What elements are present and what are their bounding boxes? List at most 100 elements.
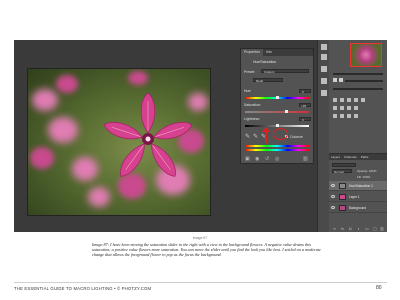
blurred-flower [32, 89, 58, 111]
preset-dropdown[interactable]: Custom [261, 69, 309, 74]
lightness-slider[interactable] [245, 124, 309, 127]
page-number: 80 [376, 285, 382, 291]
link-icon[interactable]: ∞ [333, 226, 336, 231]
tab-info[interactable]: Info [263, 49, 275, 56]
blurred-flower [128, 71, 148, 85]
color-bar-top [245, 145, 309, 147]
adjustment-icon[interactable] [347, 114, 351, 118]
lightness-slider-thumb[interactable] [276, 124, 279, 127]
hue-slider[interactable] [245, 96, 309, 99]
preset-label: Preset: [244, 70, 256, 74]
navigator-zoom-slider[interactable] [333, 73, 383, 75]
saturation-slider[interactable] [245, 110, 309, 113]
blurred-flower [56, 75, 78, 93]
swatch[interactable] [339, 78, 343, 82]
saturation-field[interactable]: +33 [299, 103, 311, 108]
hue-value: 0 [302, 90, 304, 94]
lightness-value: 0 [302, 118, 304, 122]
eye-icon[interactable] [331, 206, 335, 209]
adjustment-icon[interactable] [333, 106, 337, 110]
fill-label[interactable]: Fill: 100% [357, 175, 370, 179]
properties-panel: Properties Info Hue/Saturation Preset: C… [240, 48, 314, 164]
visibility-icon[interactable]: ◎ [275, 156, 279, 162]
book-page: Properties Info Hue/Saturation Preset: C… [0, 0, 400, 300]
adjustment-icon[interactable] [340, 114, 344, 118]
photo-canvas[interactable] [27, 68, 211, 216]
figure-label: Image 87 [192, 236, 208, 240]
layer-name: Background [349, 206, 367, 210]
swatch[interactable] [333, 78, 337, 82]
focus-flower [103, 92, 193, 177]
tab-paths[interactable]: Paths [359, 154, 371, 160]
highlight-arrow [265, 132, 267, 143]
tab-layers[interactable]: Layers [329, 154, 342, 160]
adjustment-layer-icon[interactable]: ◑ [357, 226, 359, 231]
folder-icon[interactable]: ▭ [365, 226, 369, 231]
panel-icon-column [317, 40, 329, 232]
adjustment-icon[interactable] [347, 98, 351, 102]
brush-icon[interactable] [321, 90, 327, 96]
layer-thumbnail [339, 205, 346, 211]
hue-slider-thumb[interactable] [276, 96, 279, 99]
preset-value: Custom [264, 70, 275, 74]
layer-row[interactable]: Layer 1 [329, 192, 387, 202]
hue-field[interactable]: 0 [299, 89, 311, 94]
trash-icon[interactable]: ▥ [303, 156, 308, 162]
layer-row[interactable]: Hue/Saturation 1 [329, 181, 387, 191]
layers-tabs: Layers Channels Paths [329, 154, 387, 160]
adjustment-icon[interactable] [354, 106, 358, 110]
layer-row[interactable]: Background [329, 203, 387, 213]
channel-dropdown[interactable]: Reds [253, 78, 283, 83]
adjustment-icon[interactable] [333, 114, 337, 118]
color-bar-bottom [245, 149, 309, 151]
adjustment-icon[interactable] [354, 98, 358, 102]
properties-tabs: Properties Info [241, 49, 313, 56]
highlight-circle [273, 128, 288, 140]
photoshop-screenshot: Properties Info Hue/Saturation Preset: C… [14, 40, 387, 232]
dock-slider[interactable] [345, 80, 383, 82]
play-icon[interactable] [321, 44, 327, 50]
reset-icon[interactable]: ↺ [265, 156, 269, 162]
layer-name: Layer 1 [349, 195, 360, 199]
adjustment-icon[interactable] [340, 106, 344, 110]
eye-icon[interactable] [331, 195, 335, 198]
blurred-flower [48, 117, 78, 143]
opacity-label[interactable]: Opacity: 100% [357, 169, 377, 173]
channel-value: Reds [256, 79, 264, 83]
adjustment-icon[interactable] [340, 98, 344, 102]
mask-icon[interactable]: ◘ [349, 226, 351, 231]
eyedropper-plus-icon[interactable]: ✎ [253, 133, 258, 140]
navigator-thumbnail[interactable] [350, 43, 382, 67]
blurred-flower [30, 147, 54, 169]
clip-icon[interactable]: ▣ [245, 156, 250, 162]
blurred-flower [72, 157, 98, 181]
footer-text: THE ESSENTIAL GUIDE TO MACRO LIGHTING • … [14, 286, 152, 291]
history-icon[interactable] [321, 54, 327, 60]
blend-mode-dropdown[interactable]: Normal [332, 169, 352, 174]
adjustment-icon[interactable] [361, 98, 365, 102]
info-icon[interactable] [321, 78, 327, 84]
adjustment-title: Hue/Saturation [253, 60, 277, 64]
adjustment-icon[interactable] [333, 98, 337, 102]
eyedropper-icon[interactable]: ✎ [245, 133, 250, 140]
right-dock: Layers Channels Paths Normal Opacity: 10… [329, 40, 387, 232]
adjustment-icon[interactable] [354, 114, 358, 118]
tab-properties[interactable]: Properties [241, 49, 263, 56]
new-layer-icon[interactable]: ▢ [373, 226, 377, 231]
blend-mode-value: Normal [334, 170, 344, 174]
layer-thumbnail [339, 183, 346, 189]
eye-icon[interactable] [331, 184, 335, 187]
trash-icon[interactable]: ▥ [380, 226, 384, 231]
saturation-value: +33 [301, 104, 307, 108]
saturation-slider-thumb[interactable] [285, 110, 288, 113]
layer-name: Hue/Saturation 1 [349, 184, 373, 188]
tab-channels[interactable]: Channels [342, 154, 359, 160]
lightness-field[interactable]: 0 [299, 117, 311, 122]
adjustment-icon[interactable] [347, 106, 351, 110]
dock-slider[interactable] [333, 88, 383, 90]
properties-icon[interactable] [321, 66, 327, 72]
fx-icon[interactable]: fx [341, 226, 344, 231]
hue-label: Hue: [244, 89, 252, 93]
view-previous-icon[interactable]: ◉ [255, 156, 259, 162]
layer-kind-filter[interactable] [332, 163, 356, 167]
